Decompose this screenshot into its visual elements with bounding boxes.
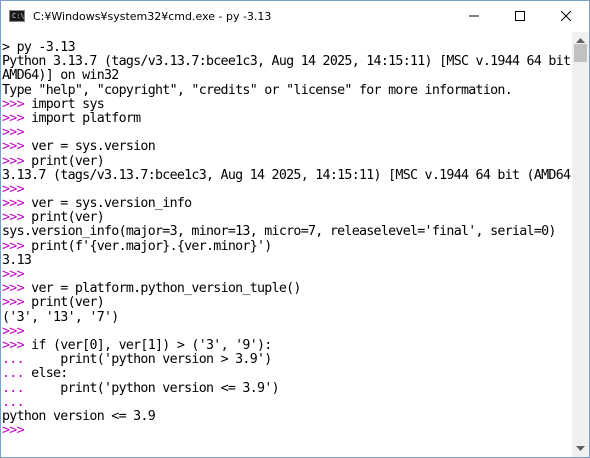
console-line: >>>	[2, 423, 573, 439]
maximize-icon	[515, 11, 525, 21]
title-bar[interactable]: C:\ C:¥Windows¥system32¥cmd.exe - py -3.…	[1, 1, 589, 31]
console-line: ... print('python version <= 3.9')	[2, 380, 573, 396]
console-line-text: 3.13	[2, 252, 32, 268]
prompt-marker: >>>	[2, 110, 32, 126]
prompt-marker: >>>	[2, 181, 25, 197]
prompt-marker: >>>	[2, 139, 32, 155]
vertical-scrollbar[interactable]	[572, 32, 589, 457]
console-line-text: if (ver[0], ver[1]) > ('3', '9'):	[31, 337, 272, 353]
console-line-text: ver = sys.version	[31, 139, 156, 155]
console-line-text: AMD64)] on win32	[2, 68, 119, 84]
console-line-text: print('python version > 3.9')	[31, 352, 272, 368]
prompt-marker: >>>	[2, 196, 32, 212]
prompt-marker: >>>	[2, 153, 32, 169]
console-line-text: print(ver)	[31, 153, 105, 169]
console-line-text: 3.13.7 (tags/v3.13.7:bcee1c3, Aug 14 202…	[2, 167, 573, 183]
prompt-marker: >>>	[2, 96, 32, 112]
prompt-marker: >>>	[2, 267, 25, 282]
console-text: > py -3.13 Python 3.13.7 (tags/v3.13.7:bc…	[1, 41, 573, 438]
console-line-text: print(ver)	[31, 295, 105, 311]
console-line-text: Python 3.13.7 (tags/v3.13.7:bcee1c3, Aug…	[2, 54, 573, 70]
console-line: Type "help", "copyright", "credits" or "…	[2, 82, 573, 98]
console-line: >>> ver = platform.python_version_tuple(…	[2, 282, 573, 296]
console-line: >>> print(ver)	[2, 211, 573, 225]
scroll-thumb[interactable]	[574, 44, 587, 62]
console-line: >>>	[2, 267, 573, 282]
console-line: >>> ver = sys.version_info	[2, 196, 573, 212]
console-line: 3.13.7 (tags/v3.13.7:bcee1c3, Aug 14 202…	[2, 167, 573, 183]
caption-buttons	[451, 1, 589, 31]
console-line: >>> print(ver)	[2, 153, 573, 169]
console-line: >>> print(ver)	[2, 296, 573, 310]
close-button[interactable]	[543, 1, 589, 31]
minimize-icon	[469, 15, 479, 17]
console-line-text: ('3', '13', '7')	[2, 309, 119, 325]
console-line-text: else:	[31, 366, 68, 382]
prompt-marker: >>>	[2, 125, 25, 141]
console-line: > py -3.13	[2, 41, 573, 55]
scroll-up-arrow-icon	[576, 38, 585, 43]
console-line-text: import sys	[31, 96, 105, 112]
prompt-marker: >>>	[2, 238, 32, 254]
console-line-text: print(f'{ver.major}.{ver.minor}')	[31, 238, 272, 254]
prompt-marker: >>>	[2, 423, 25, 439]
prompt-marker: >>>	[2, 337, 32, 353]
console-output[interactable]: > py -3.13 Python 3.13.7 (tags/v3.13.7:bc…	[1, 41, 573, 457]
console-line-text: print('python version <= 3.9')	[31, 380, 279, 396]
console-line-text: Type "help", "copyright", "credits" or "…	[2, 82, 513, 98]
minimize-button[interactable]	[451, 1, 497, 31]
maximize-button[interactable]	[497, 1, 543, 31]
cmd-window: C:\ C:¥Windows¥system32¥cmd.exe - py -3.…	[0, 0, 590, 458]
console-line: sys.version_info(major=3, minor=13, micr…	[2, 225, 573, 239]
prompt-marker: ...	[2, 380, 32, 396]
console-line: >>> if (ver[0], ver[1]) > ('3', '9'):	[2, 337, 573, 353]
console-line-text: ver = sys.version_info	[31, 196, 192, 212]
console-line: 3.13	[2, 252, 573, 268]
prompt-marker: >>>	[2, 281, 32, 297]
prompt-marker: >>>	[2, 323, 25, 339]
close-icon	[561, 11, 571, 21]
console-line: >>> print(f'{ver.major}.{ver.minor}')	[2, 238, 573, 254]
console-line: >>>	[2, 181, 573, 197]
console-line: AMD64)] on win32	[2, 69, 573, 83]
console-line-text: print(ver)	[31, 210, 105, 226]
console-line: ...	[2, 394, 573, 410]
console-line-text: import platform	[31, 110, 141, 126]
cmd-icon[interactable]: C:\	[9, 10, 25, 22]
console-line: ... else:	[2, 367, 573, 381]
window-title: C:¥Windows¥system32¥cmd.exe - py -3.13	[33, 9, 272, 23]
console-line: ('3', '13', '7')	[2, 309, 573, 325]
console-line: >>> import platform	[2, 110, 573, 126]
console-line: >>>	[2, 126, 573, 140]
scroll-down-button[interactable]	[572, 440, 589, 457]
cmd-icon-text: C:\	[12, 12, 25, 20]
prompt-marker: ...	[2, 366, 32, 382]
console-line: >>>	[2, 323, 573, 339]
console-line: >>> import sys	[2, 96, 573, 112]
console-line: Python 3.13.7 (tags/v3.13.7:bcee1c3, Aug…	[2, 55, 573, 69]
console-line: >>> ver = sys.version	[2, 140, 573, 154]
console-line: python version <= 3.9	[2, 408, 573, 424]
console-line: ... print('python version > 3.9')	[2, 353, 573, 367]
console-line-text: python version <= 3.9	[2, 408, 156, 424]
scroll-down-arrow-icon	[576, 446, 585, 451]
console-line-text: sys.version_info(major=3, minor=13, micr…	[2, 224, 556, 240]
prompt-marker: >>>	[2, 210, 32, 226]
prompt-marker: ...	[2, 394, 25, 410]
console-line-text: > py -3.13	[2, 41, 76, 55]
console-line-text: ver = platform.python_version_tuple()	[31, 281, 301, 297]
prompt-marker: >>>	[2, 295, 32, 311]
prompt-marker: ...	[2, 352, 32, 368]
